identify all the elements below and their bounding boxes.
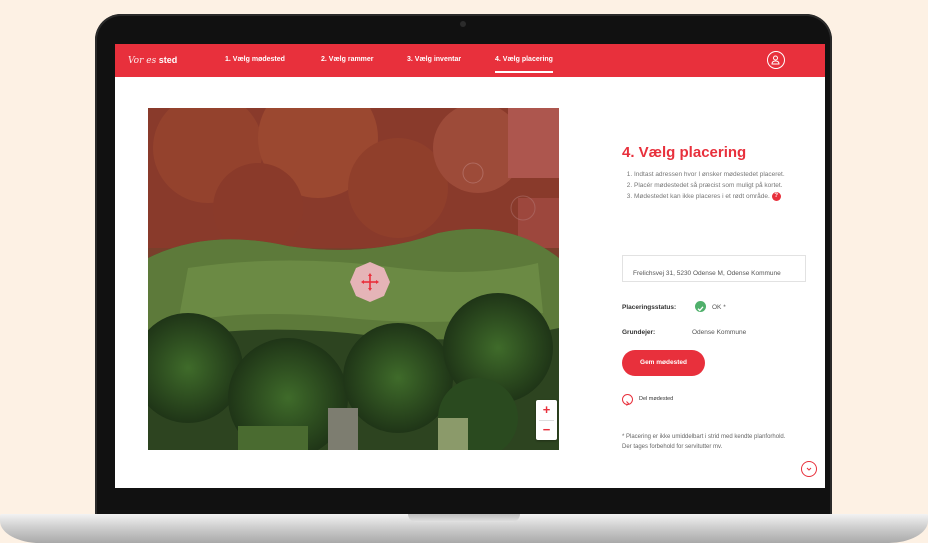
- zoom-in-button[interactable]: +: [536, 400, 557, 420]
- chevron-down-icon: [806, 467, 812, 471]
- logo-script: Vor es: [128, 56, 157, 66]
- status-value: OK *: [712, 304, 726, 311]
- instruction-item: Placér mødestedet så præcist som muligt …: [634, 180, 814, 191]
- owner-value: Odense Kommune: [692, 329, 747, 336]
- share-label: Del mødested: [639, 396, 674, 402]
- laptop-lid: Vor es sted 1. Vælg mødested 2. Vælg ram…: [95, 14, 832, 517]
- status-label: Placeringsstatus:: [622, 304, 677, 311]
- footnote: * Placering er ikke umiddelbart i strid …: [622, 434, 786, 450]
- check-icon: [695, 301, 706, 312]
- laptop-screen: Vor es sted 1. Vælg mødested 2. Vælg ram…: [115, 44, 825, 488]
- laptop-base: [0, 514, 928, 543]
- webcam: [460, 21, 466, 27]
- logo[interactable]: Vor es sted: [128, 55, 177, 66]
- address-input[interactable]: [622, 255, 806, 282]
- laptop-notch: [408, 514, 520, 522]
- zoom-controls: + −: [536, 400, 557, 440]
- step-3-link[interactable]: 3. Vælg inventar: [407, 56, 461, 63]
- instruction-list: Indtast adressen hvor I ønsker mødestede…: [622, 169, 814, 202]
- instruction-item: Indtast adressen hvor I ønsker mødestede…: [634, 169, 814, 180]
- instruction-item: Mødestedet kan ikke placeres i et rødt o…: [634, 191, 814, 202]
- owner-label: Grundejer:: [622, 329, 656, 336]
- zoom-out-button[interactable]: −: [536, 420, 557, 440]
- question-icon[interactable]: ?: [771, 191, 781, 201]
- logo-bold: sted: [158, 55, 178, 65]
- map-imagery: [148, 108, 559, 450]
- scroll-down-button[interactable]: [801, 461, 817, 477]
- panel-title: 4. Vælg placering: [622, 144, 747, 161]
- satellite-map[interactable]: + −: [148, 108, 559, 450]
- placement-panel: 4. Vælg placering Indtast adressen hvor …: [602, 44, 825, 488]
- save-meeting-place-button[interactable]: Gem mødested: [622, 350, 705, 376]
- chevron-right-icon: [622, 394, 633, 406]
- instruction-text: Mødestedet kan ikke placeres i et rødt o…: [634, 193, 770, 200]
- step-4-link[interactable]: 4. Vælg placering: [495, 56, 553, 73]
- step-2-link[interactable]: 2. Vælg rammer: [321, 56, 374, 63]
- step-1-link[interactable]: 1. Vælg mødested: [225, 56, 285, 63]
